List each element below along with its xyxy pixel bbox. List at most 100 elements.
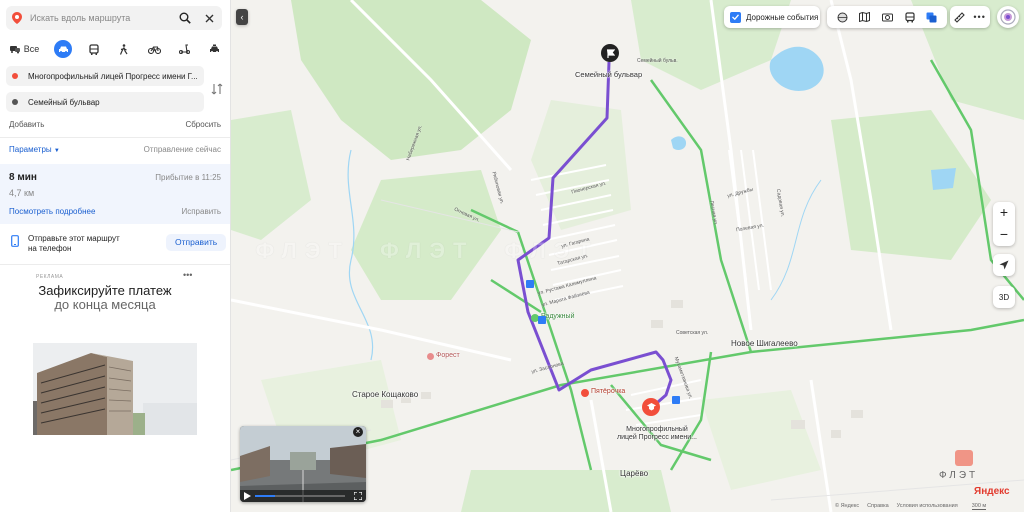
zoom-controls: + − [993, 202, 1015, 246]
transit-layer-icon[interactable] [904, 11, 915, 23]
layers-toolbar [827, 6, 947, 28]
route-option-card[interactable]: 8 мин Прибытие в 11:25 4,7 км Посмотреть… [0, 164, 230, 224]
ruler-icon[interactable] [954, 11, 965, 23]
mode-walk[interactable] [115, 40, 133, 58]
avatar-icon [1000, 9, 1016, 25]
route-arrival: Прибытие в 11:25 [155, 173, 221, 182]
mode-taxi[interactable] [206, 40, 224, 58]
user-avatar[interactable] [997, 6, 1019, 28]
view-3d-button[interactable]: 3D [993, 286, 1015, 308]
panorama-player[interactable]: × [240, 426, 366, 502]
route-search-field[interactable]: Искать вдоль маршрута [6, 6, 222, 30]
route-distance: 4,7 км [9, 188, 35, 198]
panorama-icon[interactable] [837, 12, 848, 23]
forest-label: Форест [436, 352, 460, 359]
play-icon[interactable] [244, 492, 251, 500]
place-novoe: Новое Шигалеево [731, 339, 798, 348]
divider [0, 264, 230, 265]
swap-icon[interactable] [210, 82, 224, 96]
raduzhny-label: Радужный [541, 313, 575, 320]
watermark-text: ФЛЭТ [255, 238, 350, 263]
map-canvas[interactable]: ФЛЭТ ФЛЭТ ФЛЭТ ФЛЭТ Семейный бульвар Сем… [231, 0, 1024, 512]
locate-button[interactable] [993, 254, 1015, 276]
terms-link[interactable]: Условия использования [897, 503, 958, 510]
route-panel: Искать вдоль маршрута Все Многопрофильны… [0, 0, 231, 512]
pyaterochka-label: Пятёрочка [591, 388, 626, 395]
add-point-button[interactable]: Добавить [9, 120, 44, 129]
forest-marker[interactable] [427, 353, 434, 360]
scooter-icon [179, 44, 191, 54]
params-button[interactable]: Параметры ▼ [9, 145, 60, 154]
mode-all[interactable]: Все [6, 40, 42, 58]
location-pin-icon [12, 12, 22, 24]
more-icon[interactable]: ••• [973, 12, 985, 22]
help-link[interactable]: Справка [867, 503, 889, 510]
watermark-text: ФЛЭТ [379, 238, 475, 263]
ad-title-secondary: до конца месяца [54, 297, 156, 312]
place-staroe: Старое Кощаково [352, 390, 419, 399]
crosswalk-icon [538, 316, 546, 324]
ad-building-image[interactable] [33, 343, 197, 435]
place-tsarevo: Царёво [620, 469, 649, 478]
destination-marker[interactable] [601, 44, 619, 62]
car-icon [58, 46, 68, 53]
bus-icon [89, 43, 99, 55]
collapse-icon: ‹ [240, 12, 244, 22]
fix-route-button[interactable]: Исправить [181, 207, 221, 216]
playback-progress[interactable] [255, 495, 345, 497]
origin-marker[interactable] [642, 398, 660, 416]
view-3d-label: 3D [998, 292, 1010, 302]
send-button[interactable]: Отправить [166, 234, 227, 251]
route-point-end[interactable]: Семейный бульвар [6, 92, 204, 112]
reset-button[interactable]: Сбросить [185, 120, 221, 129]
phone-icon [11, 235, 19, 247]
route-actions: Добавить Сбросить [9, 120, 221, 129]
traffic-toggle[interactable]: Дорожные события [724, 6, 820, 28]
watermark-logo [955, 450, 973, 466]
zoom-in-button[interactable]: + [1000, 202, 1008, 224]
route-from-text: Многопрофильный лицей Прогресс имени Г..… [28, 71, 198, 81]
details-link[interactable]: Посмотреть подробнее [9, 207, 95, 216]
route-point-start[interactable]: Многопрофильный лицей Прогресс имени Г..… [6, 66, 204, 86]
map-layers-icon[interactable] [859, 12, 871, 22]
fullscreen-icon[interactable] [354, 492, 362, 500]
ad-title[interactable]: Зафиксируйте платеж до конца месяца [30, 284, 180, 312]
crosswalk-icon [526, 280, 534, 288]
watermark-row: ФЛЭТ ФЛЭТ ФЛЭТ ФЛЭТ [231, 238, 1024, 264]
route-to-text: Семейный бульвар [28, 97, 100, 107]
zoom-out-button[interactable]: − [1000, 224, 1008, 246]
divider [0, 137, 230, 138]
crosswalk-icon [672, 396, 680, 404]
ad-more-icon[interactable]: ••• [183, 270, 192, 280]
mode-car[interactable] [54, 40, 73, 58]
destination-small-label: Семейный бульв. [637, 58, 678, 64]
route-duration: 8 мин [9, 172, 37, 183]
map-footer: © Яндекс Справка Условия использования 3… [835, 503, 987, 510]
player-controls [240, 490, 366, 502]
route-params: Параметры ▼ Отправление сейчас [9, 145, 221, 154]
player-close-button[interactable]: × [353, 427, 363, 437]
collapse-panel-button[interactable]: ‹ [236, 9, 248, 25]
start-dot-icon [12, 73, 18, 79]
flag-icon [606, 48, 615, 58]
origin-label: Многопрофильный лицей Прогресс имени... [617, 426, 698, 441]
layers-icon[interactable] [926, 12, 937, 23]
search-icon[interactable] [178, 11, 192, 25]
location-arrow-icon [999, 260, 1009, 270]
mode-scooter[interactable] [176, 40, 194, 58]
depart-time[interactable]: Отправление сейчас [144, 145, 221, 154]
yandex-logo: Яндекс [974, 486, 1010, 497]
close-icon[interactable] [202, 11, 216, 25]
pedestrian-icon [120, 43, 128, 55]
copyright: © Яндекс [835, 503, 860, 509]
photo-icon[interactable] [881, 12, 893, 22]
mode-transit[interactable] [85, 40, 103, 58]
ad-title-main: Зафиксируйте платеж [38, 283, 172, 298]
search-placeholder: Искать вдоль маршрута [30, 13, 131, 23]
pyaterochka-marker[interactable] [581, 389, 589, 397]
chevron-down-icon: ▼ [53, 148, 60, 154]
mode-bike[interactable] [145, 40, 163, 58]
mode-all-label: Все [23, 44, 40, 54]
watermark-logo-text: ФЛЭТ [939, 470, 979, 481]
params-label: Параметры [9, 145, 52, 154]
